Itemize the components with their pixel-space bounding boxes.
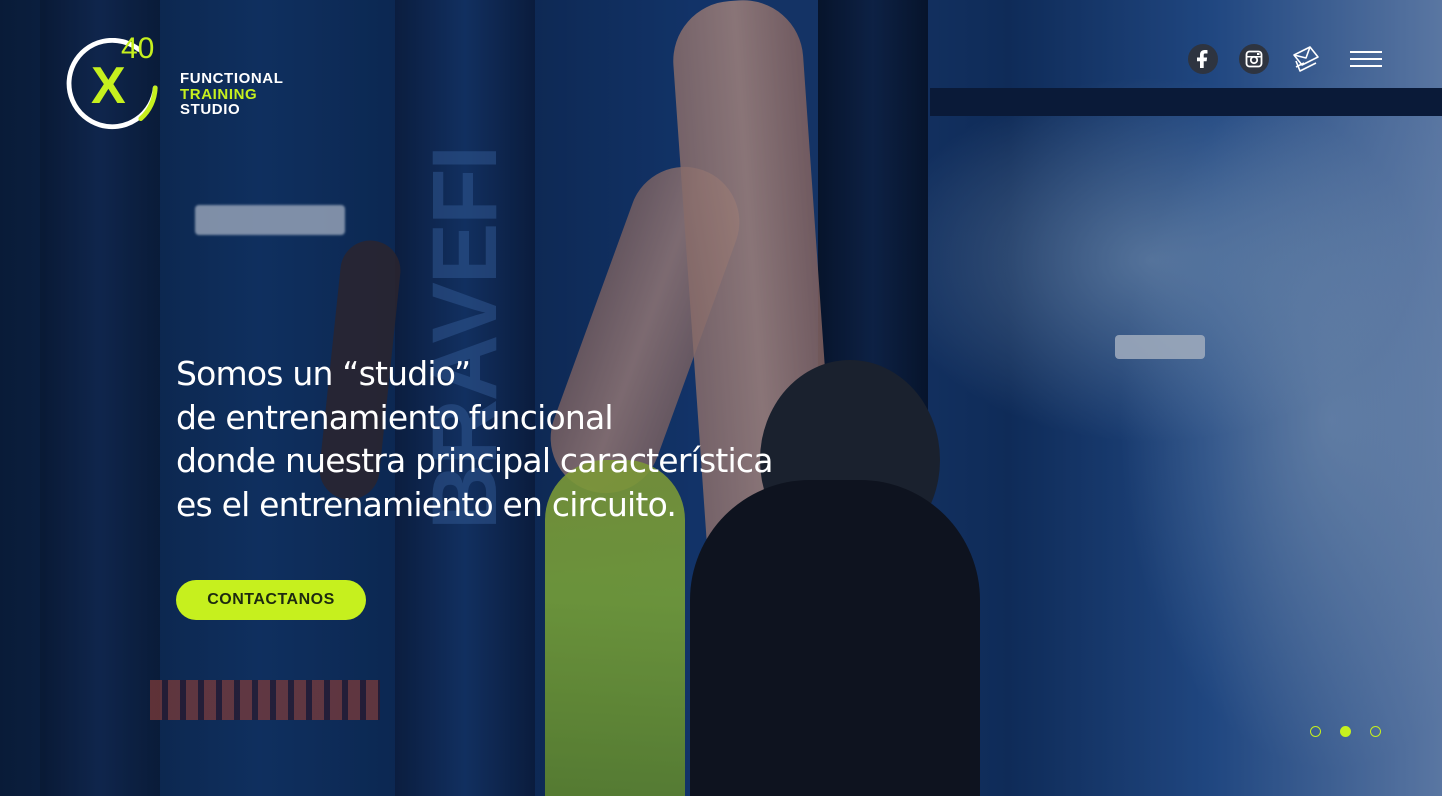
logo-line-studio: STUDIO xyxy=(180,101,241,118)
slider-dot-2[interactable] xyxy=(1340,726,1351,737)
instagram-icon[interactable] xyxy=(1239,44,1269,74)
slider-dot-3[interactable] xyxy=(1370,726,1381,737)
headline-line: Somos un “studio” xyxy=(176,354,471,393)
slider-dot-1[interactable] xyxy=(1310,726,1321,737)
hamburger-menu-icon[interactable] xyxy=(1350,47,1382,71)
logo-number: 40 xyxy=(121,32,155,65)
hero-headline: Somos un “studio” de entrenamiento funci… xyxy=(176,352,796,526)
logo-line-functional: FUNCTIONAL xyxy=(180,70,284,87)
logo-wordmark: FUNCTIONAL TRAINING STUDIO xyxy=(180,71,284,118)
logo-letter: X xyxy=(91,57,126,115)
logo-line-training: TRAINING xyxy=(180,85,258,103)
headline-line: es el entrenamiento en circuito. xyxy=(176,484,677,524)
hero-section: BRAVEFI X 40 FUNCTIONAL TRAINING STUDIO xyxy=(0,0,1442,796)
brand-logo[interactable]: X 40 FUNCTIONAL TRAINING STUDIO xyxy=(64,34,304,139)
facebook-icon[interactable] xyxy=(1188,44,1218,74)
headline-line: de entrenamiento funcional xyxy=(176,397,614,437)
slider-pagination xyxy=(1291,726,1381,737)
headline-line: donde nuestra principal característica xyxy=(176,441,773,480)
mail-icon[interactable] xyxy=(1290,43,1322,75)
header-nav xyxy=(1188,43,1382,75)
contact-button[interactable]: CONTACTANOS xyxy=(176,580,366,620)
